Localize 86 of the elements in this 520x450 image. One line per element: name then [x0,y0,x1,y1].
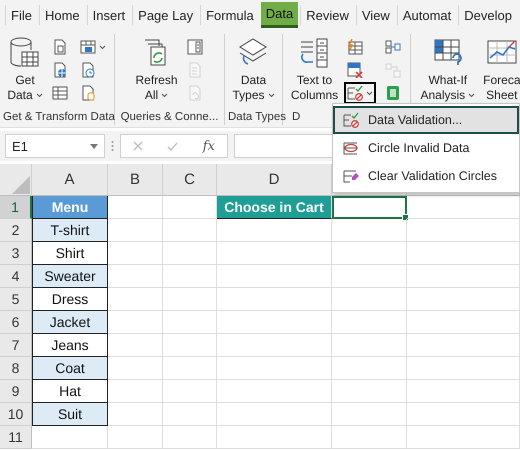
flash-fill-icon[interactable] [347,39,364,55]
data-validation-icon [347,85,364,101]
ribbon-tab[interactable]: Review [300,5,354,25]
document-globe-icon[interactable] [52,62,68,78]
ribbon-button[interactable]: Get Data [5,34,45,105]
table-cell: Suit [32,403,108,426]
menu-item[interactable]: Data Validation... [333,106,519,134]
group-label: Data Types [228,111,286,123]
empty-cell [163,426,217,449]
empty-cell [163,219,217,242]
caret-icon [90,144,98,148]
row-header[interactable]: 7 [0,334,32,357]
row-header[interactable]: 1 [0,196,32,219]
caret-icon [366,90,374,96]
table-cell: T-shirt [32,219,108,242]
row-header[interactable]: 10 [0,403,32,426]
caret-icon [161,93,168,98]
group-label: Queries & Conne... [120,111,218,123]
table-cell: Jacket [32,311,108,334]
ribbon-tab[interactable]: Home [38,5,85,25]
empty-cell [163,403,217,426]
row-header[interactable]: 5 [0,288,32,311]
selected-cell[interactable] [332,196,407,219]
data-validation-icon [343,112,359,128]
column-header[interactable]: A [32,164,108,196]
empty-cell [163,334,217,357]
ribbon-tab[interactable]: File [5,5,37,25]
row-header[interactable]: 6 [0,311,32,334]
table-cell: Menu [32,196,108,219]
caret-icon [468,93,476,98]
document-cylinder-icon[interactable] [80,85,96,101]
circle-invalid-icon [343,140,359,156]
document-clock-icon[interactable] [80,62,96,78]
empty-cell [163,265,217,288]
consolidate-icon[interactable] [385,39,402,55]
column-header[interactable]: B [108,164,163,196]
ribbon-button[interactable]: Refresh All [133,34,180,105]
corner-triangle-icon [12,176,30,194]
table-cell: Choose in Cart [217,196,332,219]
insert-function-button[interactable]: fx [202,138,215,154]
empty-cell [163,357,217,380]
ribbon-tab[interactable]: Develop [458,5,517,25]
caret-icon [268,93,274,98]
ribbon-button[interactable]: Data Types [230,34,276,105]
table-cell: Sweater [32,265,108,288]
column-header[interactable]: D [217,164,332,196]
table-cell: Dress [32,288,108,311]
empty-cell [163,380,217,403]
table-cell: Jeans [32,334,108,357]
row-header[interactable]: 3 [0,242,32,265]
more-icon [111,140,114,152]
group-label: D [292,111,300,123]
caret-icon [98,44,106,50]
table-cell: Coat [32,357,108,380]
table-cell: Hat [32,380,108,403]
ribbon-tab[interactable]: Data [260,2,298,28]
empty-cell [163,288,217,311]
row-header[interactable]: 4 [0,265,32,288]
table-icon[interactable] [52,85,68,101]
ribbon-tab[interactable]: Formula [200,5,259,25]
ribbon-button[interactable]: Text to Columns [288,34,340,105]
column-header[interactable]: C [163,164,217,196]
empty-cell [163,311,217,334]
side-panel-icon[interactable] [186,39,203,55]
document-icon[interactable] [52,39,68,55]
menu-item[interactable]: Clear Validation Circles [333,162,519,190]
row-header[interactable]: 2 [0,219,32,242]
row-header[interactable]: 11 [0,426,32,449]
ribbon-tab[interactable]: Page Lay [132,5,198,25]
ribbon-tab[interactable]: Automat [396,5,456,25]
menu-item[interactable]: Circle Invalid Data [333,134,519,162]
row-header[interactable]: 9 [0,380,32,403]
table-cell: Shirt [32,242,108,265]
clear-circles-icon [343,168,359,184]
table-picture-icon [80,39,96,55]
empty-cell [108,426,163,449]
data-model-icon[interactable] [385,85,402,101]
check-icon[interactable] [167,142,178,150]
row-header[interactable]: 8 [0,357,32,380]
caret-icon [36,93,43,98]
empty-cell [163,242,217,265]
name-box[interactable]: E1 [5,134,105,158]
remove-duplicates-icon[interactable] [347,62,364,78]
group-label: Get & Transform Data [3,111,115,123]
ribbon-tab[interactable]: View [356,5,395,25]
ribbon-tab[interactable]: Insert [86,5,130,25]
